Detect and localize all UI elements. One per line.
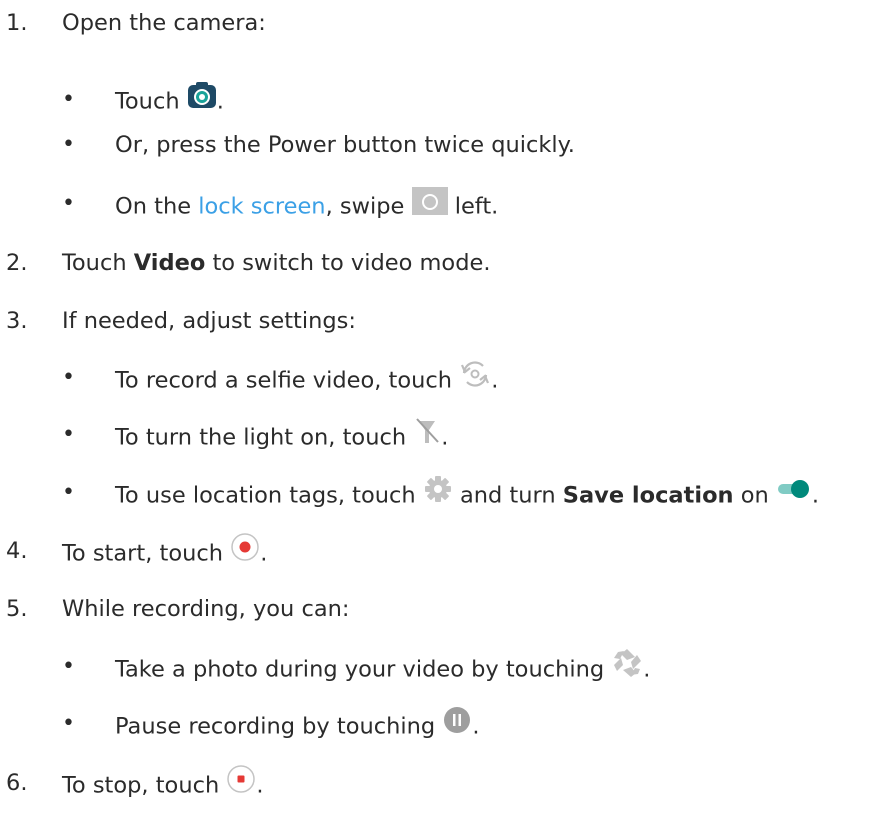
step-text: If needed, adjust settings: (62, 308, 356, 334)
bullet: • (62, 365, 75, 390)
camera-app-icon (187, 81, 217, 119)
bullet: • (62, 132, 75, 157)
bullet: • (62, 711, 75, 736)
bullet-text: Or, press the Power button twice quickly… (115, 132, 575, 158)
settings-gear-icon (423, 474, 453, 514)
step-text: To stop, touch . (62, 764, 264, 806)
instructions-page: { "steps": [ { "num": "1.", "text": "Ope… (0, 0, 884, 828)
bullet-text: To turn the light on, touch . (115, 418, 448, 458)
bullet-text: Take a photo during your video by touchi… (115, 648, 650, 690)
bullet-text: To record a selfie video, touch . (115, 361, 498, 401)
step-text: Open the camera: (62, 10, 266, 36)
step-text: While recording, you can: (62, 596, 350, 622)
save-location-label: Save location (562, 482, 734, 509)
step-number: 5. (6, 596, 28, 622)
stop-icon (226, 764, 256, 804)
step-number: 3. (6, 308, 28, 334)
record-icon (230, 532, 260, 572)
bullet-text: To use location tags, touch and turn Sav… (115, 476, 819, 516)
switch-camera-icon (459, 359, 491, 399)
pause-icon (442, 705, 472, 745)
bullet: • (62, 480, 75, 505)
bullet: • (62, 422, 75, 447)
step-number: 2. (6, 250, 28, 276)
lock-screen-camera-icon (411, 185, 448, 225)
step-number: 6. (6, 770, 28, 796)
video-mode-label: Video (133, 250, 206, 276)
bullet-text: On the lock screen, swipe left. (115, 187, 498, 227)
bullet: • (62, 87, 75, 112)
lock-screen-link[interactable]: lock screen (198, 194, 325, 220)
step-number: 1. (6, 10, 28, 36)
flash-off-icon (413, 416, 441, 456)
bullet: • (62, 654, 75, 679)
step-text: Touch Video to switch to video mode. (62, 250, 491, 276)
bullet-text: Touch . (115, 81, 224, 121)
step-text: To start, touch . (62, 532, 267, 574)
bullet: • (62, 191, 75, 216)
bullet-text: Pause recording by touching . (115, 707, 479, 747)
shutter-icon (611, 648, 643, 688)
step-number: 4. (6, 538, 28, 564)
toggle-on-icon (776, 477, 812, 511)
